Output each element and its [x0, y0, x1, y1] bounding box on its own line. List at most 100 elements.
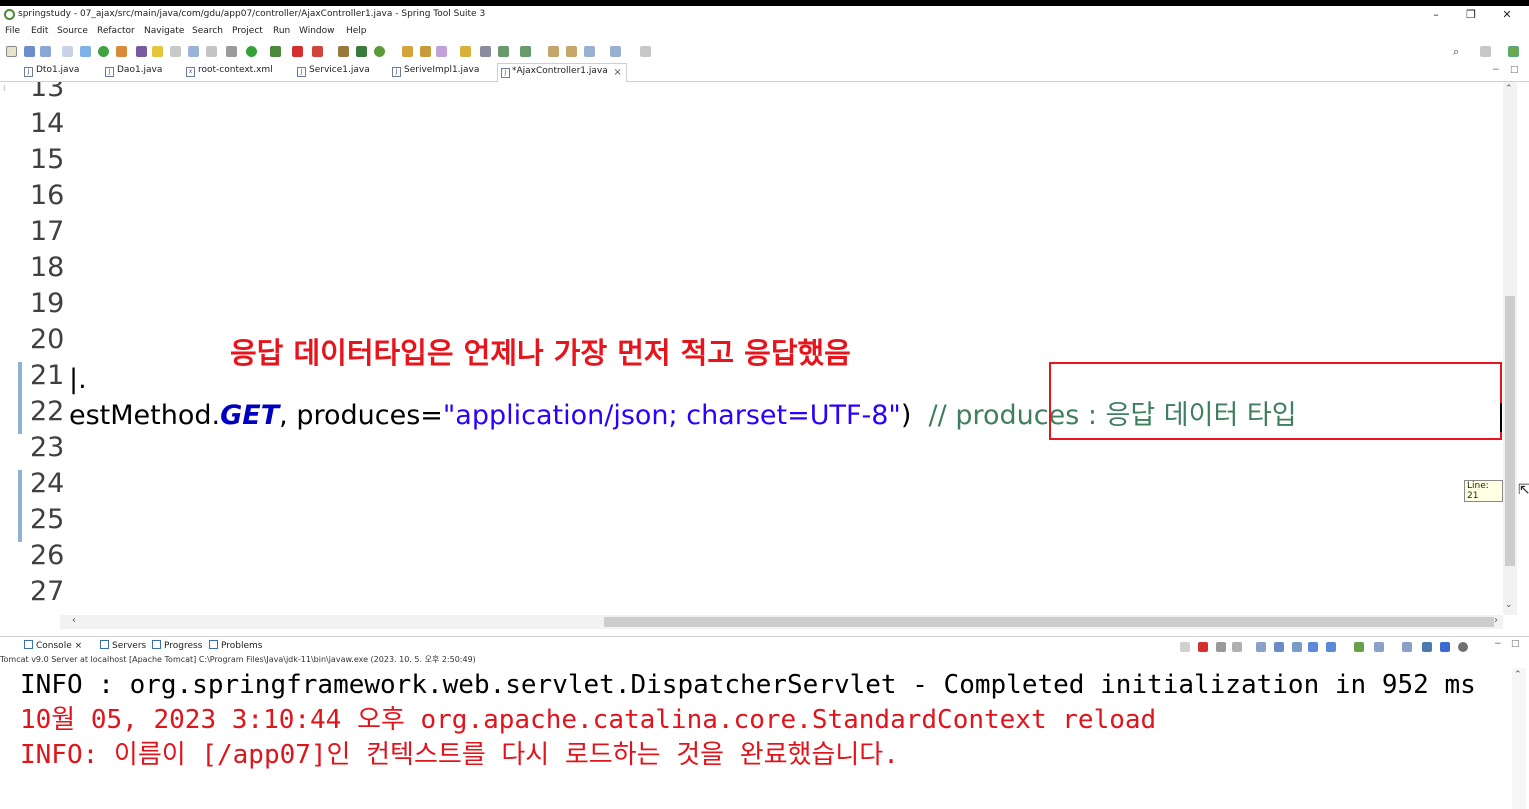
server-icon[interactable]	[312, 46, 323, 57]
line-number: 21	[30, 360, 65, 391]
menu-project[interactable]: Project	[232, 26, 263, 36]
open-type-icon[interactable]	[80, 46, 91, 57]
open-file-icon[interactable]	[420, 46, 431, 57]
package-icon[interactable]	[338, 46, 349, 57]
scroll-left-icon[interactable]: ‹	[72, 615, 76, 626]
stop-icon[interactable]	[292, 46, 303, 57]
close-window-button[interactable]: ✕	[1497, 8, 1517, 21]
new-class-icon[interactable]	[356, 46, 367, 57]
scroll-thumb[interactable]	[604, 617, 1494, 627]
menu-navigate[interactable]: Navigate	[144, 26, 184, 36]
highlight-icon[interactable]	[152, 46, 163, 57]
code-editor[interactable]: 13 14 15 16 17 18 19 20 21 22 23 24 25 2…	[12, 82, 1503, 615]
prev-annotation-icon[interactable]	[520, 46, 531, 57]
tab-root-context[interactable]: x root-context.xml	[186, 65, 273, 82]
edit-icon[interactable]	[436, 46, 447, 57]
clear-console-icon[interactable]	[1256, 642, 1266, 652]
view-menu-icon[interactable]	[640, 46, 651, 57]
search-folder-icon[interactable]	[460, 46, 471, 57]
run-icon[interactable]	[246, 46, 257, 57]
display-console-icon[interactable]	[1374, 642, 1384, 652]
tab-servers[interactable]: Servers	[100, 640, 146, 651]
menu-refactor[interactable]: Refactor	[97, 26, 135, 36]
save-all-icon[interactable]	[40, 46, 51, 57]
forward-edit-icon[interactable]	[566, 46, 577, 57]
tab-console[interactable]: Console ×	[24, 640, 82, 651]
menu-file[interactable]: File	[5, 26, 20, 36]
console-scrollbar[interactable]: ⌃	[1512, 668, 1526, 809]
scroll-up-icon[interactable]: ⌃	[1505, 84, 1513, 94]
debug-icon[interactable]	[226, 46, 237, 57]
mark-icon[interactable]	[170, 46, 181, 57]
tab-ajaxcontroller1[interactable]: J *AjaxController1.java ×	[497, 63, 627, 83]
open-folder-icon[interactable]	[402, 46, 413, 57]
terminal-icon[interactable]	[62, 46, 73, 57]
show-on-stderr-icon[interactable]	[1326, 642, 1336, 652]
console-settings-icon[interactable]	[1440, 642, 1450, 652]
scroll-lock-icon[interactable]	[1274, 642, 1284, 652]
remove-launch-icon[interactable]	[1216, 642, 1226, 652]
open-perspective-icon[interactable]	[1480, 46, 1491, 57]
tab-problems[interactable]: Problems	[209, 640, 262, 651]
tab-dao1[interactable]: J Dao1.java	[105, 65, 162, 82]
code-string: "application/json; charset=UTF-8"	[442, 400, 901, 431]
show-whitespace-icon[interactable]	[206, 46, 217, 57]
pin-console-icon[interactable]	[1180, 642, 1190, 652]
spring-boot-icon[interactable]	[98, 46, 109, 57]
restore-button[interactable]: ❐	[1461, 8, 1481, 21]
scroll-right-icon[interactable]: ›	[1494, 615, 1498, 626]
scroll-up-icon[interactable]: ⌃	[1514, 670, 1522, 680]
back-icon[interactable]	[584, 46, 595, 57]
terminate-icon[interactable]	[1198, 642, 1208, 652]
forward-icon[interactable]	[610, 46, 621, 57]
menu-edit[interactable]: Edit	[31, 26, 48, 36]
close-tab-icon[interactable]: ×	[75, 641, 83, 651]
problems-icon	[209, 640, 218, 649]
close-tab-icon[interactable]: ×	[613, 67, 621, 78]
line-number: 26	[30, 540, 65, 571]
scroll-thumb[interactable]	[1505, 296, 1515, 566]
minimize-editor-icon[interactable]: −	[1492, 65, 1500, 75]
open-console-icon[interactable]	[1402, 642, 1412, 652]
editor-horizontal-scrollbar[interactable]: ‹ ›	[60, 615, 1503, 629]
console-icon	[24, 640, 33, 649]
menu-source[interactable]: Source	[57, 26, 88, 36]
boot-dashboard-icon[interactable]	[1422, 642, 1432, 652]
globe-icon[interactable]	[480, 46, 491, 57]
console-process-info: Tomcat v9.0 Server at localhost [Apache …	[0, 655, 476, 664]
remove-all-icon[interactable]	[1232, 642, 1242, 652]
tab-service1[interactable]: J Service1.java	[297, 65, 370, 82]
scroll-down-icon[interactable]: ⌄	[1505, 600, 1513, 610]
java-file-icon: J	[297, 67, 306, 77]
tab-dto1[interactable]: J Dto1.java	[24, 65, 79, 82]
menu-run[interactable]: Run	[273, 26, 290, 36]
run-external-icon[interactable]	[270, 46, 281, 57]
search-icon[interactable]: ⌕	[1453, 45, 1459, 59]
tab-seriveimpl1[interactable]: J SeriveImpl1.java	[392, 65, 479, 82]
editor-vertical-scrollbar[interactable]: ⌃ ⌄	[1503, 82, 1517, 615]
refresh-icon[interactable]	[116, 46, 127, 57]
tab-progress[interactable]: Progress	[152, 640, 202, 651]
menu-window[interactable]: Window	[299, 26, 335, 36]
pin-icon[interactable]	[1354, 642, 1364, 652]
menu-help[interactable]: Help	[346, 26, 367, 36]
format-icon[interactable]	[188, 46, 199, 57]
new-icon[interactable]	[6, 46, 17, 57]
console-output[interactable]: INFO : org.springframework.web.servlet.D…	[20, 668, 1510, 809]
java-perspective-icon[interactable]	[1508, 46, 1519, 57]
new-interface-icon[interactable]	[374, 46, 385, 57]
next-annotation-icon[interactable]	[498, 46, 509, 57]
maximize-console-icon[interactable]: □	[1511, 639, 1520, 649]
maximize-editor-icon[interactable]: □	[1510, 65, 1519, 75]
menu-search[interactable]: Search	[192, 26, 223, 36]
word-wrap-icon[interactable]	[1292, 642, 1302, 652]
show-on-stdout-icon[interactable]	[1308, 642, 1318, 652]
outline-icon[interactable]: ⁝	[3, 84, 6, 93]
minimize-console-icon[interactable]: −	[1494, 639, 1502, 649]
gear-icon[interactable]	[1458, 642, 1468, 652]
minimize-button[interactable]: –	[1426, 8, 1446, 21]
last-edit-icon[interactable]	[548, 46, 559, 57]
pin-icon[interactable]	[136, 46, 147, 57]
code-middle: , produces=	[279, 400, 443, 431]
save-icon[interactable]	[24, 46, 35, 57]
